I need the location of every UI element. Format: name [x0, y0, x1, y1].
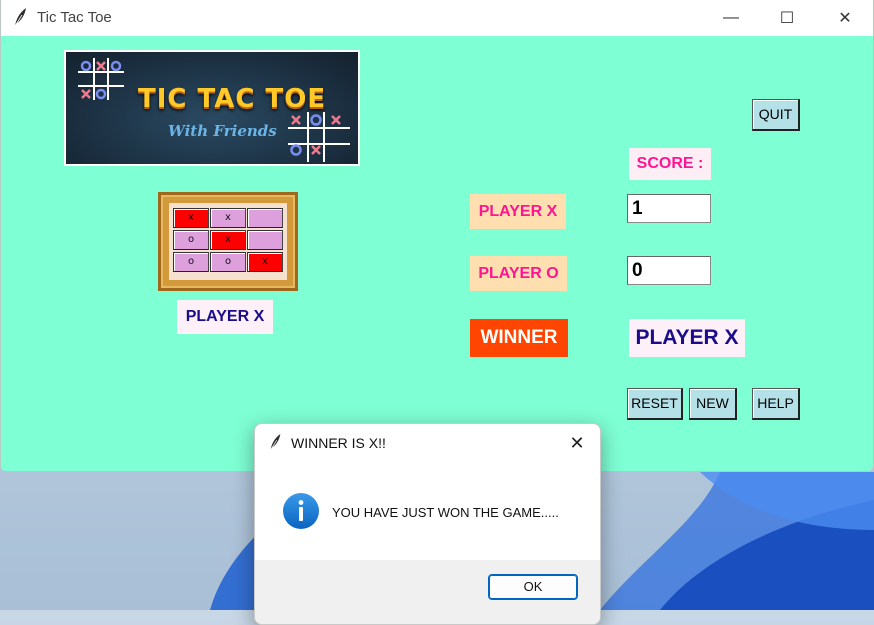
- board-grid: x x o x o o x: [169, 203, 287, 280]
- minimize-button[interactable]: —: [703, 0, 759, 36]
- quit-button[interactable]: QUIT: [752, 99, 800, 131]
- maximize-icon: ☐: [779, 10, 795, 27]
- new-game-button[interactable]: NEW: [689, 388, 737, 420]
- score-heading: SCORE :: [629, 148, 711, 180]
- feather-icon: [270, 434, 281, 451]
- banner-title: TIC TAC TOE: [138, 84, 327, 114]
- maximize-button[interactable]: ☐: [759, 0, 815, 36]
- ok-button[interactable]: OK: [488, 574, 578, 600]
- player-x-score-field[interactable]: [627, 194, 711, 223]
- window-title: Tic Tac Toe: [37, 9, 112, 26]
- close-button[interactable]: ✕: [817, 0, 873, 36]
- reset-button[interactable]: RESET: [627, 388, 683, 420]
- player-x-score-label: PLAYER X: [470, 194, 566, 229]
- winner-dialog: WINNER IS X!! ✕ YOU HAVE JUST WON THE GA…: [254, 423, 601, 625]
- banner-subtitle: With Friends: [168, 122, 277, 140]
- game-board: x x o x o o x: [158, 192, 298, 291]
- close-icon: ✕: [838, 10, 852, 27]
- dialog-message: YOU HAVE JUST WON THE GAME.....: [332, 505, 559, 520]
- close-icon: ✕: [569, 433, 585, 453]
- dialog-close-button[interactable]: ✕: [563, 431, 591, 455]
- dialog-title: WINNER IS X!!: [291, 435, 386, 451]
- title-bar: Tic Tac Toe — ☐ ✕: [1, 0, 873, 36]
- board-cell-4[interactable]: o: [173, 230, 209, 250]
- title-banner-image: TIC TAC TOE With Friends: [64, 50, 360, 166]
- minimize-icon: —: [723, 9, 739, 26]
- board-cell-8[interactable]: o: [210, 252, 246, 272]
- player-o-score-label: PLAYER O: [470, 256, 567, 291]
- board-cell-2[interactable]: x: [210, 208, 246, 228]
- winner-label: WINNER: [470, 319, 568, 357]
- info-icon: [283, 493, 319, 529]
- winner-value: PLAYER X: [629, 319, 745, 357]
- board-cell-6[interactable]: [247, 230, 283, 250]
- player-o-score-field[interactable]: [627, 256, 711, 285]
- board-cell-5[interactable]: x: [210, 230, 246, 250]
- current-turn-label: PLAYER X: [177, 300, 273, 334]
- feather-icon: [14, 8, 26, 27]
- board-cell-7[interactable]: o: [173, 252, 209, 272]
- board-cell-9[interactable]: x: [247, 252, 283, 272]
- app-window: Tic Tac Toe — ☐ ✕ TIC TAC TOE With Frien…: [0, 0, 874, 472]
- help-button[interactable]: HELP: [752, 388, 800, 420]
- board-cell-1[interactable]: x: [173, 208, 209, 228]
- board-cell-3[interactable]: [247, 208, 283, 228]
